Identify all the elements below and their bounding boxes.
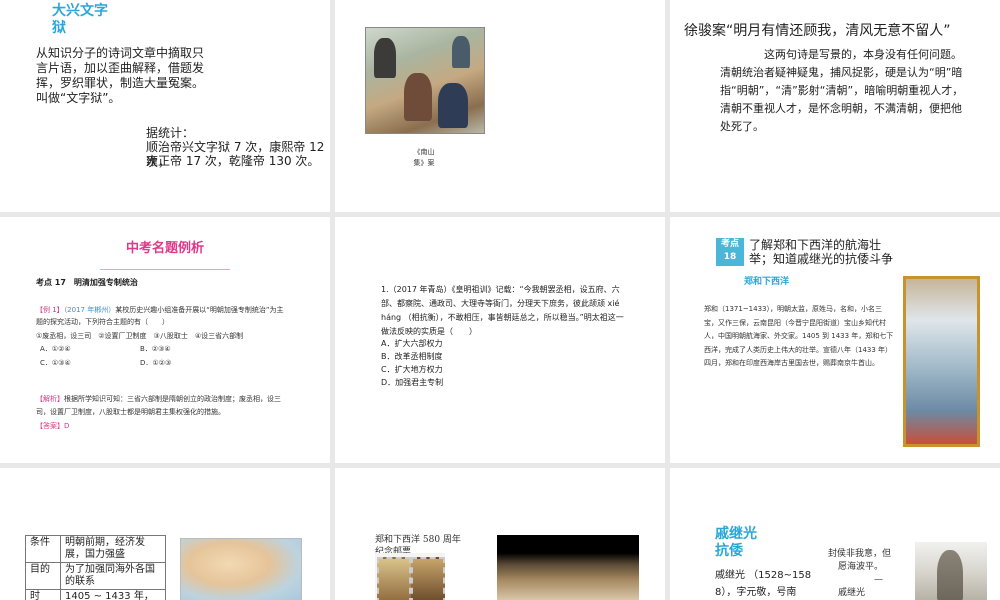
topic-heading: 考点 17 明清加强专制统治 bbox=[36, 278, 138, 287]
poem-line-1: 封侯非我意，但 bbox=[828, 549, 892, 559]
answer-value: D bbox=[64, 422, 70, 430]
stamp-image bbox=[411, 557, 445, 600]
qijiguang-statue-image bbox=[915, 542, 987, 600]
header-divider bbox=[100, 269, 230, 270]
slide-zhenghe-voyages[interactable]: 考点 18 了解郑和下西洋的航海壮举；知道戚继光的抗倭斗争 郑和下西洋 郑和（1… bbox=[670, 217, 1000, 463]
bio-text: 郑和（1371~1433），明朝太监，原姓马，名和，小名三宝，又作三保，云南昆阳… bbox=[704, 305, 894, 367]
table-cell-key: 目的 bbox=[25, 562, 61, 590]
analysis-block: 【解析】根据所学知识可知：三省六部制是隋朝创立的政治制度；废丞相，设三司，设置厂… bbox=[36, 393, 286, 419]
section-subtitle: 郑和下西洋 bbox=[744, 277, 790, 287]
option-d[interactable]: D．加强君主专制 bbox=[381, 376, 581, 389]
explanation-text: 这两句诗是写景的，本身没有任何问题。清朝统治者疑神疑鬼，捕风捉影，硬是认为“明”… bbox=[720, 48, 964, 133]
table-row: 条件 明朝前期，经济发展，国力强盛 bbox=[25, 535, 166, 563]
table-cell-value: 明朝前期，经济发展，国力强盛 bbox=[60, 535, 166, 563]
stats-line-2: 雍正帝 17 次，乾隆帝 130 次。 bbox=[146, 154, 320, 168]
table-cell-key: 条件 bbox=[25, 535, 61, 563]
slide-title: 大兴文字狱 bbox=[52, 3, 108, 36]
option-d: D．①②③ bbox=[140, 359, 172, 367]
historical-painting-image bbox=[365, 27, 485, 134]
example-source: （2017 年郴州） bbox=[63, 306, 116, 314]
poem-line-2: 愿海波平。 bbox=[838, 562, 884, 572]
painting-caption-line-2: 集》案 bbox=[413, 159, 435, 167]
slide-nanshanji-case[interactable]: 《南山 集》案 bbox=[335, 0, 665, 212]
table-cell-key: 时间、 bbox=[25, 589, 61, 600]
zhenghe-portrait-image bbox=[903, 276, 980, 447]
answer-tag: 【答案】 bbox=[36, 422, 64, 430]
section-header: 中考名题例析 bbox=[125, 241, 204, 256]
slide-xujun-case[interactable]: 徐骏案“明月有情还顾我，清风无意不留人” 这两句诗是写景的，本身没有任何问题。清… bbox=[670, 0, 1000, 212]
analysis-text: 根据所学知识可知：三省六部制是隋朝创立的政治制度；废丞相，设三司，设置厂卫制度，… bbox=[36, 395, 281, 416]
option-b: B．②③④ bbox=[140, 345, 171, 353]
statue-figure bbox=[937, 550, 963, 600]
route-map-image bbox=[180, 538, 302, 600]
example-block: 【例 1】（2017 年郴州）某校历史兴趣小组准备开展以“明朝加强专制统治”为主… bbox=[36, 304, 286, 328]
slide-voyage-table[interactable]: 条件 明朝前期，经济发展，国力强盛 目的 为了加强同海外各国的联系 时间、 14… bbox=[0, 468, 330, 600]
table-cell-value: 为了加强同海外各国的联系 bbox=[60, 562, 166, 590]
poem-dash: — bbox=[874, 575, 883, 585]
slide-qijiguang[interactable]: 戚继光 抗倭 戚继光 （1528~158 8），字元敬，号南 封侯非我意，但 愿… bbox=[670, 468, 1000, 600]
voyage-info-table: 条件 明朝前期，经济发展，国力强盛 目的 为了加强同海外各国的联系 时间、 14… bbox=[25, 535, 166, 600]
slide-stamps[interactable]: 郑和下西洋 580 周年 纪念邮票 bbox=[335, 468, 665, 600]
commemorative-stamps-image bbox=[375, 553, 445, 600]
poem-text: 封侯非我意，但 愿海波平。 — 戚继光 bbox=[828, 548, 908, 600]
table-row: 时间、 1405 ~ 1433 年，刘 bbox=[25, 589, 166, 600]
stamp-image bbox=[377, 557, 411, 600]
analysis-tag: 【解析】 bbox=[36, 395, 64, 403]
title-line-2: 抗倭 bbox=[715, 543, 743, 559]
treasure-ship-image bbox=[497, 535, 639, 600]
option-b[interactable]: B．改革丞相制度 bbox=[381, 350, 581, 363]
bio-line-2: 8），字元敬，号南 bbox=[715, 587, 797, 598]
bio-line-1: 戚继光 （1528~158 bbox=[715, 570, 812, 581]
slide-practice-question[interactable]: 1.（2017 年青岛）《皇明祖训》记载：“今我朝罢丞相，设五府、六部、都察院、… bbox=[335, 217, 665, 463]
options-line: ①废丞相，设三司 ②设置厂卫制度 ③八股取士 ④设三省六部制 bbox=[36, 332, 244, 340]
option-c[interactable]: C．扩大地方权力 bbox=[381, 363, 581, 376]
slide-title: 徐骏案“明月有情还顾我，清风无意不留人” bbox=[684, 23, 951, 39]
poem-author: 戚继光 bbox=[838, 588, 866, 598]
table-row: 目的 为了加强同海外各国的联系 bbox=[25, 562, 166, 590]
stats-label: 据统计： bbox=[146, 126, 195, 140]
definition-text: 从知识分子的诗词文章中摘取只言片语，加以歪曲解释，借题发挥，罗织罪状，制造大量冤… bbox=[36, 46, 205, 105]
option-a: A．①②④ bbox=[40, 345, 71, 353]
bio-text: 戚继光 （1528~158 8），字元敬，号南 bbox=[715, 567, 825, 600]
question-text: 1.（2017 年青岛）《皇明祖训》记载：“今我朝罢丞相，设五府、六部、都察院、… bbox=[381, 285, 624, 336]
option-c: C．①③④ bbox=[40, 359, 71, 367]
title-line-1: 戚继光 bbox=[715, 526, 757, 542]
slide-exam-example[interactable]: 中考名题例析 考点 17 明清加强专制统治 【例 1】（2017 年郴州）某校历… bbox=[0, 217, 330, 463]
option-a[interactable]: A．扩大六部权力 bbox=[381, 337, 581, 350]
slide-title: 了解郑和下西洋的航海壮举；知道戚继光的抗倭斗争 bbox=[749, 238, 894, 266]
stamps-caption-line-1: 郑和下西洋 580 周年 bbox=[375, 535, 461, 545]
answer-block: 【答案】D bbox=[36, 420, 136, 432]
example-tag: 【例 1】 bbox=[36, 306, 64, 314]
slide-title: 戚继光 抗倭 bbox=[715, 526, 757, 560]
slide-literary-inquisition[interactable]: 大兴文字狱 从知识分子的诗词文章中摘取只言片语，加以歪曲解释，借题发挥，罗织罪状… bbox=[0, 0, 330, 212]
table-cell-value: 1405 ~ 1433 年，刘 bbox=[60, 589, 166, 600]
topic-badge: 考点 18 bbox=[716, 238, 744, 266]
